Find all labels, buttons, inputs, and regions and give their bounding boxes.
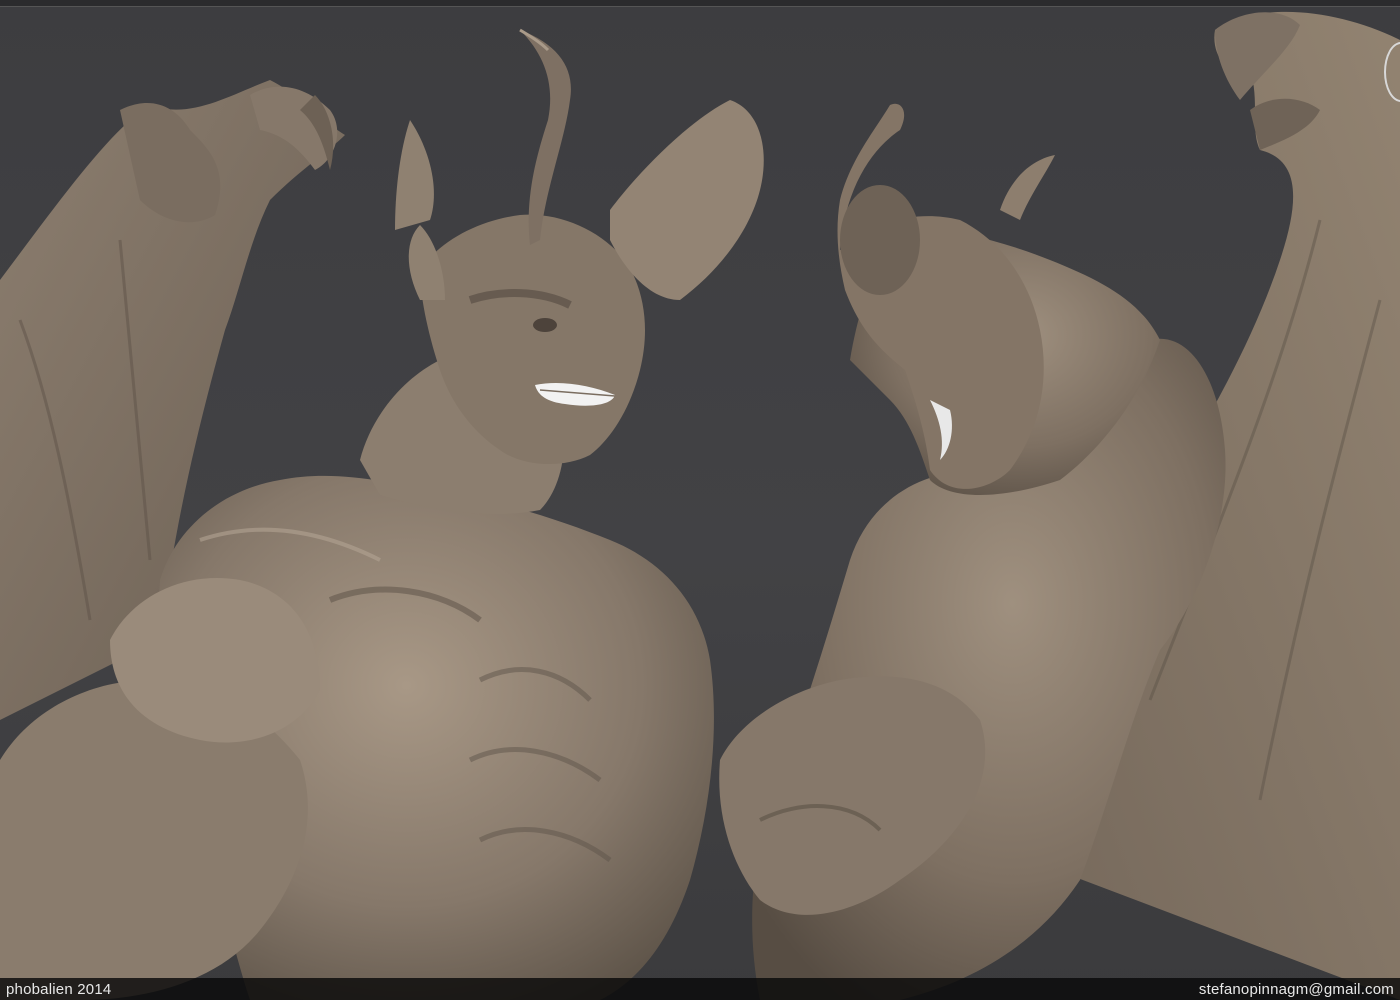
render-viewport: phobalien 2014 stefanopinnagm@gmail.com: [0, 0, 1400, 1000]
footer-bar: [0, 978, 1400, 1000]
sculpt-render: [0, 11, 1400, 1000]
contact-email: stefanopinnagm@gmail.com: [1198, 981, 1394, 998]
artist-credit: phobalien 2014: [6, 981, 112, 998]
